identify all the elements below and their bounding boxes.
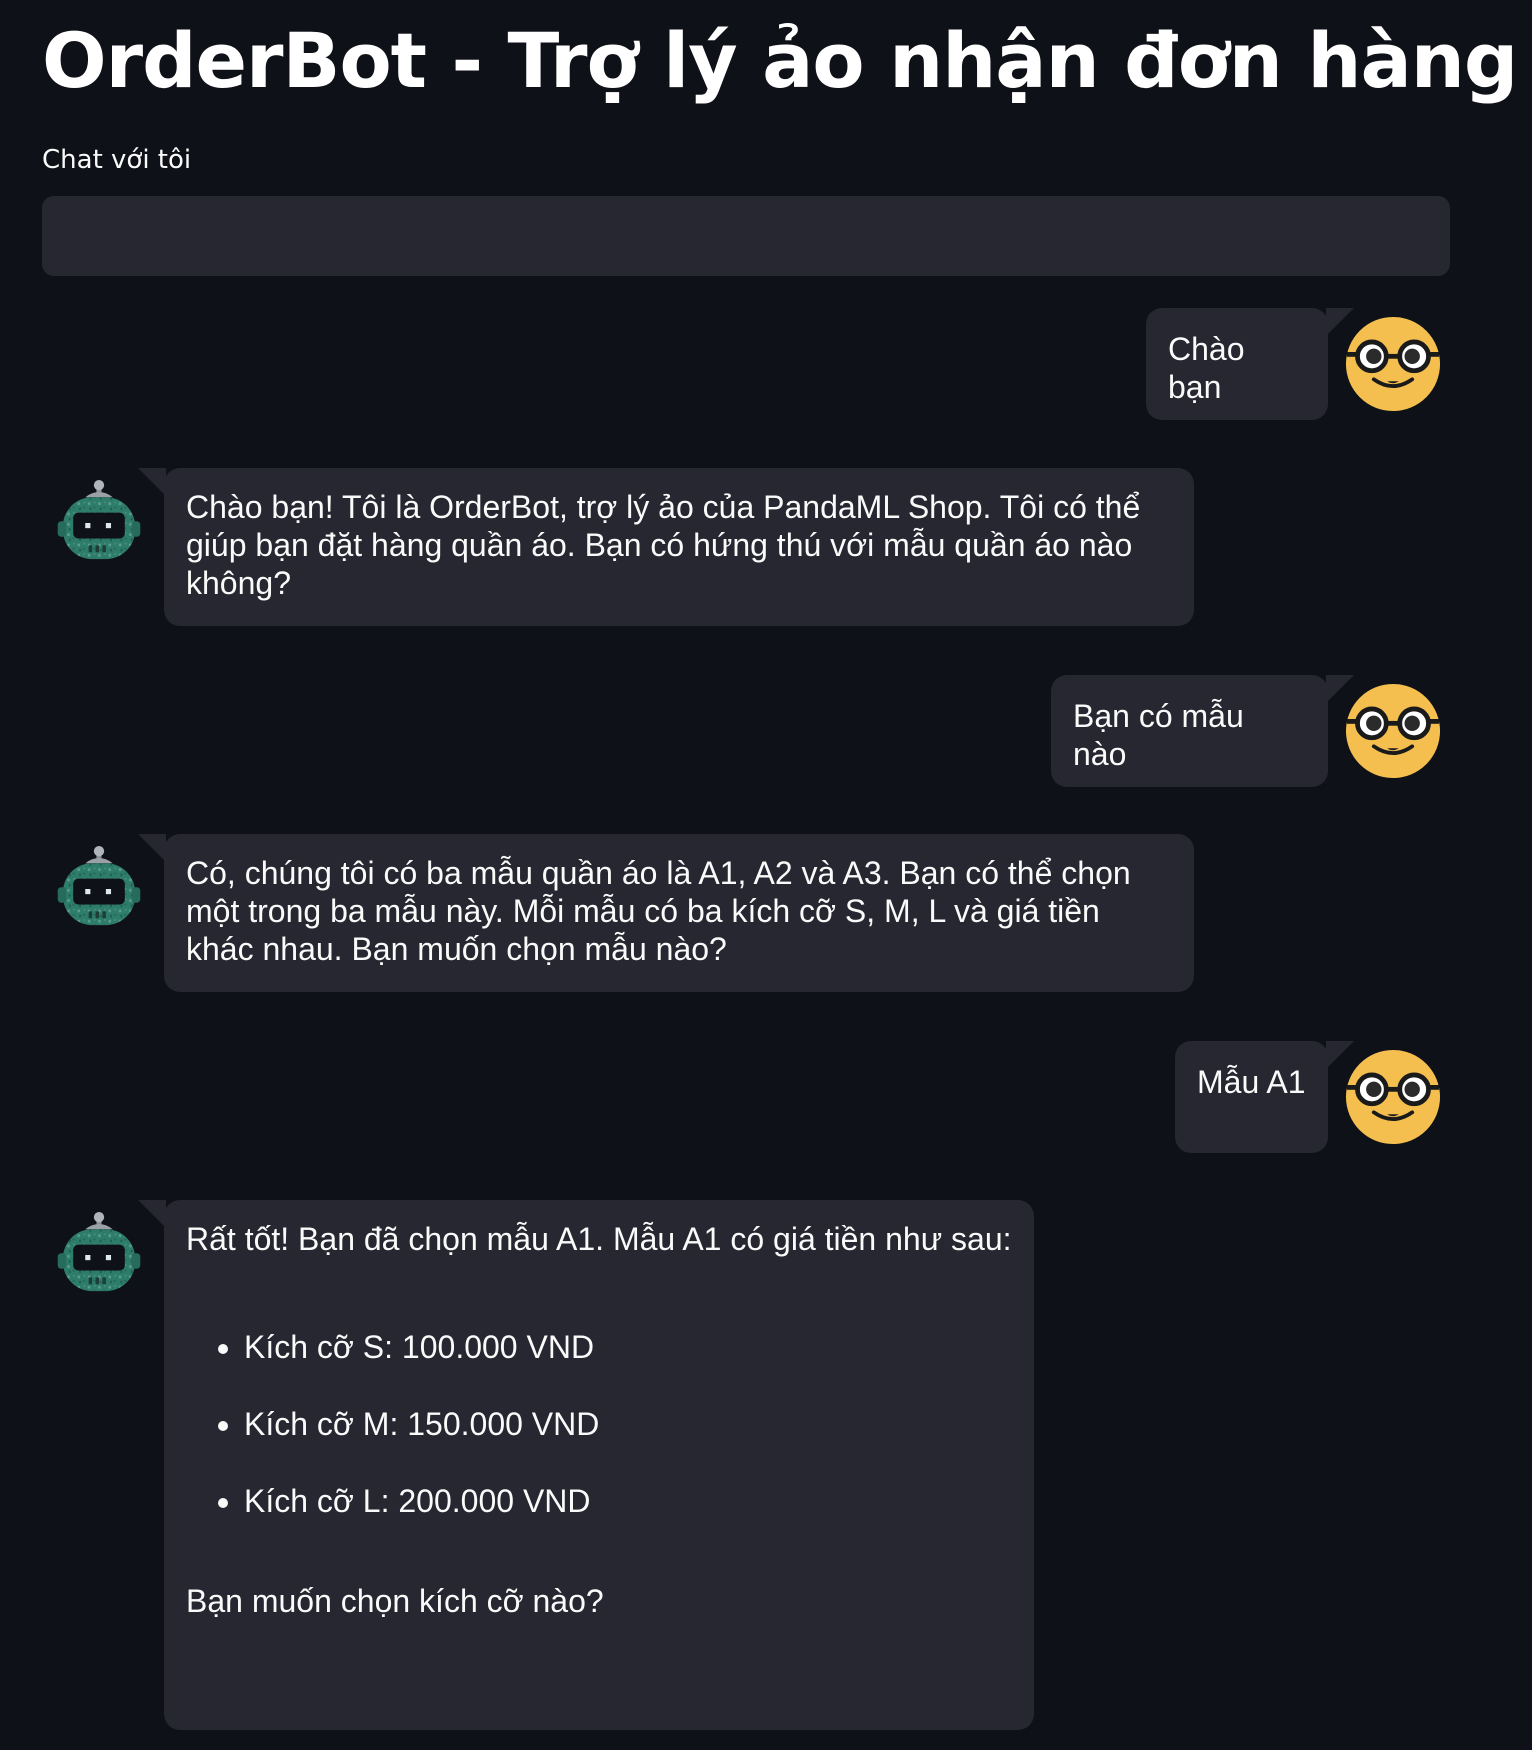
robot-icon: [56, 846, 142, 932]
bot-message: Rất tốt! Bạn đã chọn mẫu A1. Mẫu A1 có g…: [138, 1200, 1034, 1730]
user-message-text: Chào bạn: [1168, 331, 1245, 405]
bot-message-text: Có, chúng tôi có ba mẫu quần áo là A1, A…: [186, 855, 1131, 967]
robot-icon: [56, 1212, 142, 1298]
price-list: Kích cỡ S: 100.000 VND Kích cỡ M: 150.00…: [186, 1328, 1012, 1520]
bot-message-intro: Rất tốt! Bạn đã chọn mẫu A1. Mẫu A1 có g…: [186, 1221, 1012, 1257]
nerd-face-icon: [1345, 1049, 1441, 1145]
price-list-item: Kích cỡ L: 200.000 VND: [244, 1482, 1012, 1520]
bot-message: Chào bạn! Tôi là OrderBot, trợ lý ảo của…: [138, 468, 1194, 626]
bot-message-text: Chào bạn! Tôi là OrderBot, trợ lý ảo của…: [186, 489, 1141, 601]
chat-input-label: Chat với tôi: [42, 145, 192, 175]
chat-input[interactable]: [42, 196, 1450, 276]
user-message-text: Bạn có mẫu nào: [1073, 698, 1244, 772]
user-message: Chào bạn: [1146, 308, 1354, 420]
nerd-face-icon: [1345, 316, 1441, 412]
page-title: OrderBot - Trợ lý ảo nhận đơn hàng: [42, 16, 1518, 105]
nerd-face-icon: [1345, 683, 1441, 779]
bot-message: Có, chúng tôi có ba mẫu quần áo là A1, A…: [138, 834, 1194, 992]
bot-message-outro: Bạn muốn chọn kích cỡ nào?: [186, 1583, 604, 1619]
price-list-item: Kích cỡ M: 150.000 VND: [244, 1405, 1012, 1443]
robot-icon: [56, 480, 142, 566]
price-list-item: Kích cỡ S: 100.000 VND: [244, 1328, 1012, 1366]
user-message-text: Mẫu A1: [1197, 1064, 1306, 1100]
user-message: Mẫu A1: [1175, 1041, 1354, 1153]
user-message: Bạn có mẫu nào: [1051, 675, 1354, 787]
